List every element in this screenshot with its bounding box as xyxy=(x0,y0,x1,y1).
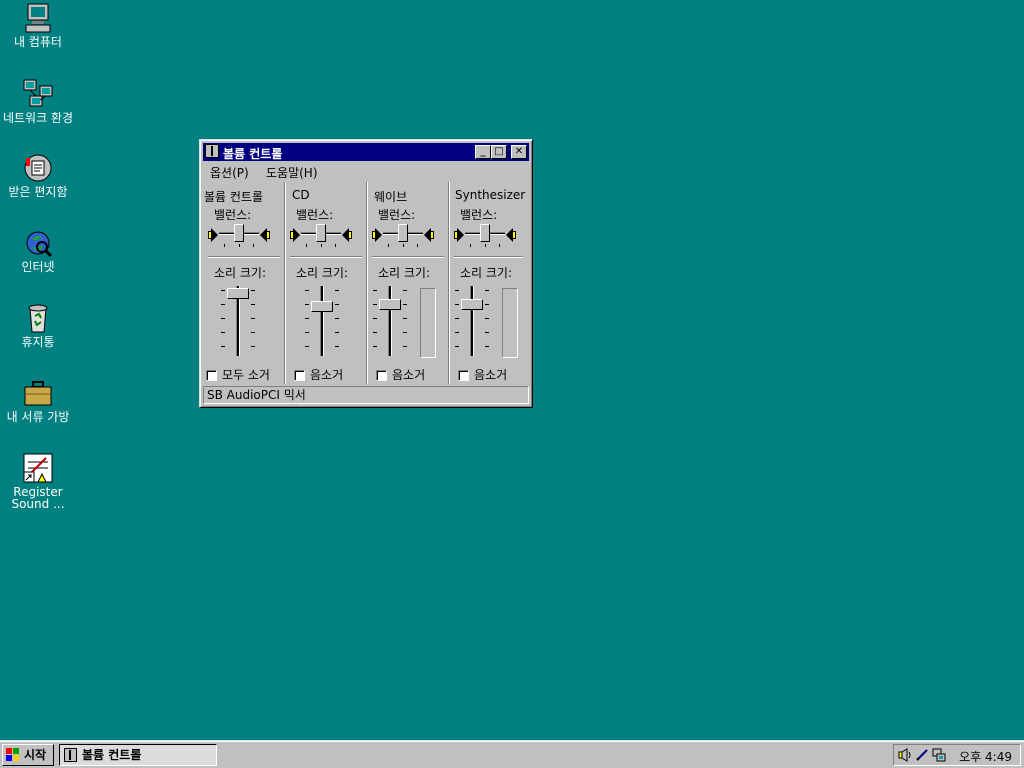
mute-checkbox[interactable]: 음소거 xyxy=(458,366,508,382)
left-speaker-icon xyxy=(372,228,382,242)
volume-thumb[interactable] xyxy=(311,301,333,312)
desktop-icon-internet[interactable]: 인터넷 xyxy=(1,227,75,273)
start-button[interactable]: 시작 xyxy=(2,744,54,766)
mixer-column-wave: 웨이브 밸런스: 소리 크기: 음소거 xyxy=(368,182,450,384)
balance-label: 밸런스: xyxy=(378,208,416,222)
network-neighborhood-icon xyxy=(22,78,54,110)
mixer-column-master: 볼륨 컨트롤 밸런스: 소리 크기: 모두 소거 xyxy=(204,182,286,384)
desktop-icon-label: 네트워크 환경 xyxy=(2,111,74,125)
volume-control-app-icon xyxy=(64,748,77,762)
level-meter xyxy=(420,288,436,358)
checkbox-label: 모두 소거 xyxy=(222,368,270,382)
mixer-panel: 볼륨 컨트롤 밸런스: 소리 크기: 모두 소거 CD 밸런스: 소리 크기: … xyxy=(204,182,529,384)
volume-label: 소리 크기: xyxy=(378,266,431,280)
balance-thumb[interactable] xyxy=(398,224,408,242)
volume-label: 소리 크기: xyxy=(296,266,349,280)
desktop-icon-label: 휴지통 xyxy=(21,335,55,349)
windows-logo-icon xyxy=(6,748,20,762)
menu-help[interactable]: 도움말(H) xyxy=(266,164,318,181)
inbox-icon xyxy=(22,152,54,184)
volume-slider[interactable] xyxy=(220,286,256,356)
menu-options[interactable]: 옵션(P) xyxy=(210,164,249,181)
balance-thumb[interactable] xyxy=(480,224,490,242)
balance-slider[interactable] xyxy=(465,224,505,247)
balance-label: 밸런스: xyxy=(214,208,252,222)
balance-thumb[interactable] xyxy=(316,224,326,242)
close-button[interactable]: ✕ xyxy=(511,145,527,159)
status-bar: SB AudioPCI 믹서 xyxy=(203,386,529,404)
mixer-column-cd: CD 밸런스: 소리 크기: 음소거 xyxy=(286,182,368,384)
left-speaker-icon xyxy=(454,228,464,242)
checkbox-label: 음소거 xyxy=(310,368,344,382)
register-shortcut-icon xyxy=(22,452,54,484)
pen-icon[interactable] xyxy=(915,748,929,762)
start-label: 시작 xyxy=(24,748,47,762)
column-name: Synthesizer xyxy=(455,188,526,202)
desktop-icon-label: 내 서류 가방 xyxy=(6,410,70,424)
briefcase-icon xyxy=(22,377,54,409)
volume-label: 소리 크기: xyxy=(214,266,267,280)
volume-slider[interactable] xyxy=(372,286,408,356)
title-bar[interactable]: 볼륨 컨트롤 _ □ ✕ xyxy=(203,143,529,161)
volume-thumb[interactable] xyxy=(227,288,249,299)
right-speaker-icon xyxy=(260,228,270,242)
balance-label: 밸런스: xyxy=(296,208,334,222)
column-name: CD xyxy=(292,188,310,202)
checkbox-label: 음소거 xyxy=(474,368,508,382)
taskbar: 시작 볼륨 컨트롤 오후 4:49 xyxy=(0,740,1024,768)
desktop-icon-label: 내 컴퓨터 xyxy=(14,35,62,49)
volume-slider[interactable] xyxy=(454,286,490,356)
checkbox-box[interactable] xyxy=(376,370,387,381)
mute-checkbox[interactable]: 음소거 xyxy=(376,366,426,382)
balance-slider[interactable] xyxy=(219,224,259,247)
volume-thumb[interactable] xyxy=(461,299,483,310)
taskbar-button-volume-control[interactable]: 볼륨 컨트롤 xyxy=(59,744,217,766)
balance-label: 밸런스: xyxy=(460,208,498,222)
right-speaker-icon xyxy=(342,228,352,242)
desktop-icon-briefcase[interactable]: 내 서류 가방 xyxy=(1,377,75,423)
desktop-icon-register-sound[interactable]: Register Sound ... xyxy=(1,452,75,510)
task-label: 볼륨 컨트롤 xyxy=(82,748,142,762)
minimize-button[interactable]: _ xyxy=(475,145,491,159)
checkbox-box[interactable] xyxy=(294,370,305,381)
recycle-bin-icon xyxy=(22,302,54,334)
desktop-icon-label: 인터넷 xyxy=(21,260,55,274)
network-icon[interactable] xyxy=(932,748,946,762)
system-tray: 오후 4:49 xyxy=(893,744,1021,766)
internet-explorer-icon xyxy=(22,227,54,259)
level-meter xyxy=(502,288,518,358)
column-name: 웨이브 xyxy=(374,190,408,204)
window-title: 볼륨 컨트롤 xyxy=(223,147,283,161)
right-speaker-icon xyxy=(506,228,516,242)
desktop-icon-my-computer[interactable]: 내 컴퓨터 xyxy=(1,2,75,48)
checkbox-box[interactable] xyxy=(206,370,217,381)
column-name: 볼륨 컨트롤 xyxy=(204,190,264,204)
desktop-icon-label: 받은 편지함 xyxy=(8,185,68,199)
desktop-icon-network[interactable]: 네트워크 환경 xyxy=(1,78,75,124)
clock[interactable]: 오후 4:49 xyxy=(959,748,1012,765)
right-speaker-icon xyxy=(424,228,434,242)
balance-thumb[interactable] xyxy=(234,224,244,242)
desktop-icon-label: Register Sound ... xyxy=(11,485,65,511)
volume-label: 소리 크기: xyxy=(460,266,513,280)
menu-bar: 옵션(P) 도움말(H) xyxy=(204,162,528,180)
speaker-icon[interactable] xyxy=(898,748,912,762)
mute-checkbox[interactable]: 음소거 xyxy=(294,366,344,382)
volume-control-app-icon[interactable] xyxy=(205,144,219,158)
checkbox-box[interactable] xyxy=(458,370,469,381)
volume-thumb[interactable] xyxy=(379,299,401,310)
mixer-column-synthesizer: Synthesizer 밸런스: 소리 크기: 음소거 xyxy=(450,182,529,384)
mute-all-checkbox[interactable]: 모두 소거 xyxy=(206,366,270,382)
volume-control-window: 볼륨 컨트롤 _ □ ✕ 옵션(P) 도움말(H) 볼륨 컨트롤 밸런스: 소리… xyxy=(199,139,533,408)
balance-slider[interactable] xyxy=(301,224,341,247)
checkbox-label: 음소거 xyxy=(392,368,426,382)
left-speaker-icon xyxy=(290,228,300,242)
desktop-icon-inbox[interactable]: 받은 편지함 xyxy=(1,152,75,198)
my-computer-icon xyxy=(22,2,54,34)
left-speaker-icon xyxy=(208,228,218,242)
volume-slider[interactable] xyxy=(304,286,340,356)
desktop-icon-recycle-bin[interactable]: 휴지통 xyxy=(1,302,75,348)
balance-slider[interactable] xyxy=(383,224,423,247)
maximize-button[interactable]: □ xyxy=(491,145,507,159)
